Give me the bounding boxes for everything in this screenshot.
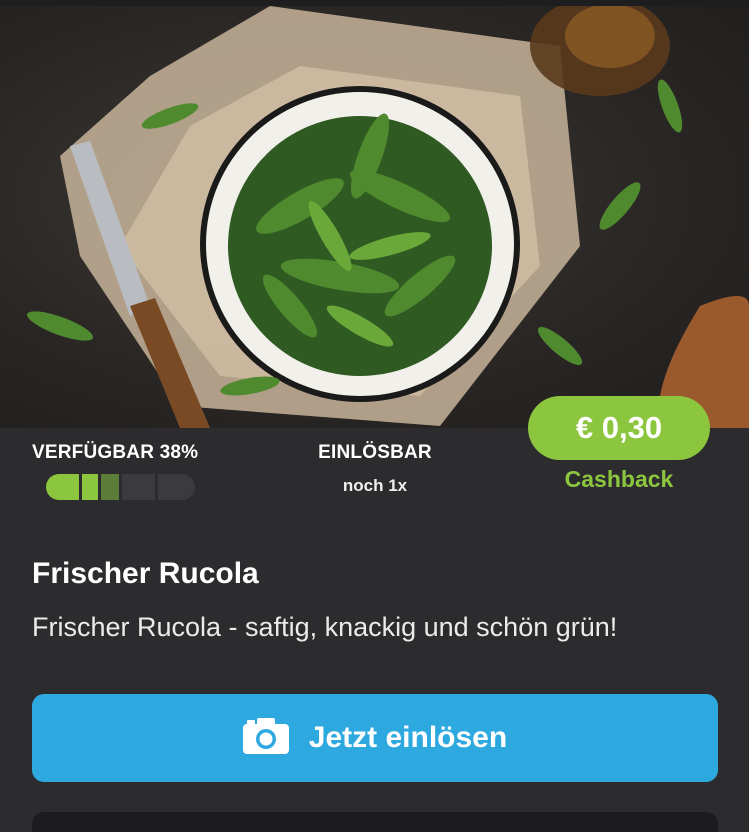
- progress-segment-2: [82, 474, 98, 500]
- redeem-button-label: Jetzt einlösen: [308, 721, 508, 754]
- product-description: Frischer Rucola - saftig, knackig und sc…: [32, 612, 618, 642]
- camera-icon: [242, 717, 289, 759]
- next-card-edge: [32, 812, 718, 832]
- cashback-amount: € 0,30: [575, 410, 663, 445]
- progress-segment-1: [46, 474, 80, 500]
- progress-segment-4: [121, 474, 155, 500]
- redeemable-stat: EINLÖSBAR noch 1x: [300, 442, 450, 496]
- cashback-label: Cashback: [564, 466, 674, 492]
- progress-segment-5: [157, 474, 195, 500]
- product-image: [0, 6, 749, 428]
- availability-label: VERFÜGBAR 38%: [32, 442, 199, 463]
- redeem-button[interactable]: Jetzt einlösen: [32, 694, 718, 782]
- redeemable-count: noch 1x: [342, 476, 408, 495]
- availability-stat: VERFÜGBAR 38%: [32, 442, 232, 464]
- progress-segment-3: [100, 474, 119, 500]
- product-title: Frischer Rucola: [32, 557, 259, 590]
- availability-progress-bar: [46, 474, 195, 500]
- cashback-amount-badge: € 0,30: [528, 396, 710, 460]
- redeemable-label: EINLÖSBAR: [318, 442, 432, 463]
